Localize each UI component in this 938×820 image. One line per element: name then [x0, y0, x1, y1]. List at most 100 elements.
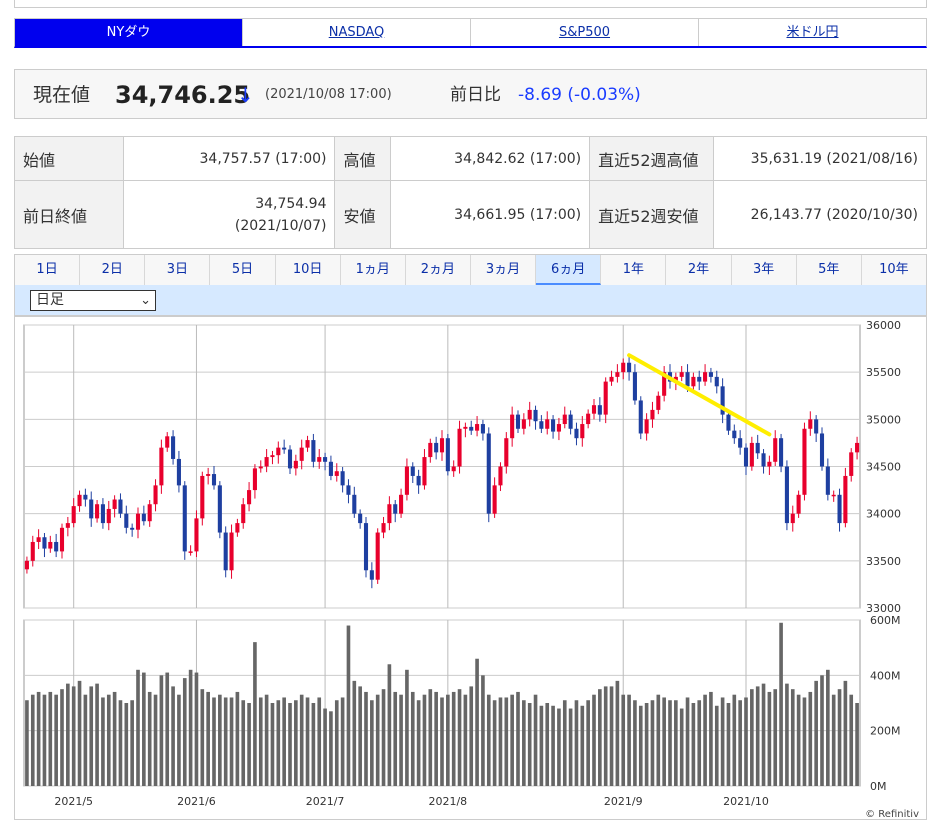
volume-bar [212, 697, 216, 786]
range-tab[interactable]: 2年 [666, 255, 732, 285]
candle-body [83, 494, 88, 500]
volume-bar [387, 664, 392, 786]
range-tab[interactable]: 1年 [601, 255, 667, 285]
candle-body [632, 372, 637, 401]
candle-body [77, 494, 82, 507]
candle-body [30, 541, 35, 561]
candle-body [486, 433, 491, 514]
volume-bar [481, 675, 485, 786]
candle-body [194, 518, 199, 552]
stats-table: 始値 34,757.57 (17:00) 高値 34,842.62 (17:00… [14, 136, 927, 249]
candle-body [42, 537, 47, 549]
candle-body [334, 471, 339, 476]
volume-bar [95, 683, 99, 786]
volume-bar [621, 694, 626, 786]
tab-usdjpy[interactable]: 米ドル円 [699, 19, 926, 46]
candle-body [492, 485, 497, 514]
range-tab[interactable]: 6ヵ月 [536, 255, 602, 285]
tab-sp500[interactable]: S&P500 [471, 19, 699, 46]
volume-bar [703, 694, 707, 786]
volume-bar [685, 697, 690, 786]
volume-tick-label: 0M [870, 780, 887, 793]
arrow-down-icon: ↓ [237, 83, 254, 107]
candle-body [135, 513, 141, 530]
volume-bar [83, 694, 88, 786]
range-tab[interactable]: 3日 [145, 255, 211, 285]
candle-body [340, 471, 345, 486]
candle-body [363, 523, 369, 571]
volume-bar [165, 672, 170, 786]
stats-row: 始値 34,757.57 (17:00) 高値 34,842.62 (17:00… [14, 136, 927, 181]
open-value: 34,757.57 (17:00) [122, 136, 336, 181]
volume-bar [294, 700, 298, 786]
candle-body [241, 504, 246, 524]
volume-bar [732, 694, 737, 786]
volume-bar [744, 697, 748, 786]
range-tab[interactable]: 10年 [862, 255, 926, 285]
tab-nasdaq[interactable]: NASDAQ [243, 19, 471, 46]
volume-bar [574, 700, 579, 786]
candle-body [36, 537, 41, 542]
candle-body [130, 527, 135, 530]
candle-body [165, 436, 170, 448]
volume-bar [656, 694, 661, 786]
price-tick-label: 34000 [866, 508, 901, 521]
candle-body [837, 494, 842, 524]
x-tick-label: 2021/10 [723, 795, 769, 808]
candle-body [235, 523, 240, 533]
prev-close-label: 前日終値 [14, 180, 124, 249]
range-tab[interactable]: 2ヵ月 [406, 255, 471, 285]
volume-bar [714, 705, 719, 786]
volume-bar [399, 694, 403, 786]
volume-bar [282, 697, 286, 786]
candle-body [597, 405, 602, 415]
price-tick-label: 36000 [866, 319, 901, 332]
candle-body [714, 376, 719, 387]
volume-tick-label: 600M [870, 614, 901, 627]
candle-body [182, 485, 187, 552]
volume-bar [773, 689, 778, 786]
volume-bar [235, 691, 240, 786]
range-tab[interactable]: 1ヵ月 [341, 255, 406, 285]
volume-bar [691, 703, 696, 786]
candle-body [469, 426, 474, 431]
range-tab[interactable]: 10日 [276, 255, 341, 285]
volume-bar [247, 703, 251, 786]
volume-bar [469, 686, 474, 786]
candle-body [317, 457, 322, 462]
candle-body [679, 372, 684, 377]
range-tab[interactable]: 3ヵ月 [471, 255, 537, 285]
candle-body [510, 414, 515, 439]
volume-bar [457, 689, 462, 786]
candle-body [141, 513, 146, 522]
x-tick-label: 2021/9 [604, 795, 643, 808]
candle-body [387, 504, 392, 524]
volume-bar [112, 691, 117, 786]
range-tab[interactable]: 3年 [732, 255, 797, 285]
volume-bar [223, 697, 228, 786]
volume-bar [674, 700, 678, 786]
volume-bar [486, 694, 491, 786]
volume-bar [188, 669, 193, 786]
volume-bar [434, 691, 438, 786]
volume-bar [299, 694, 304, 786]
interval-select[interactable]: 日足 ⌄ [30, 290, 156, 311]
volume-bar [814, 680, 818, 786]
candle-body [124, 513, 129, 528]
volume-bar [790, 689, 795, 786]
range-tab[interactable]: 2日 [80, 255, 146, 285]
candle-body [217, 485, 222, 533]
range-tab[interactable]: 5年 [797, 255, 862, 285]
volume-bar [323, 708, 327, 786]
volume-bar [527, 703, 532, 786]
volume-bar [200, 689, 205, 786]
range-tab[interactable]: 1日 [15, 255, 81, 285]
candle-body [434, 442, 439, 453]
tab-ny-dow[interactable]: NYダウ [15, 19, 243, 46]
candle-body [147, 504, 152, 522]
candle-body [621, 362, 626, 373]
volume-bar [539, 705, 544, 786]
volume-bar [726, 703, 731, 786]
range-tab[interactable]: 5日 [210, 255, 276, 285]
candle-body [568, 414, 573, 429]
